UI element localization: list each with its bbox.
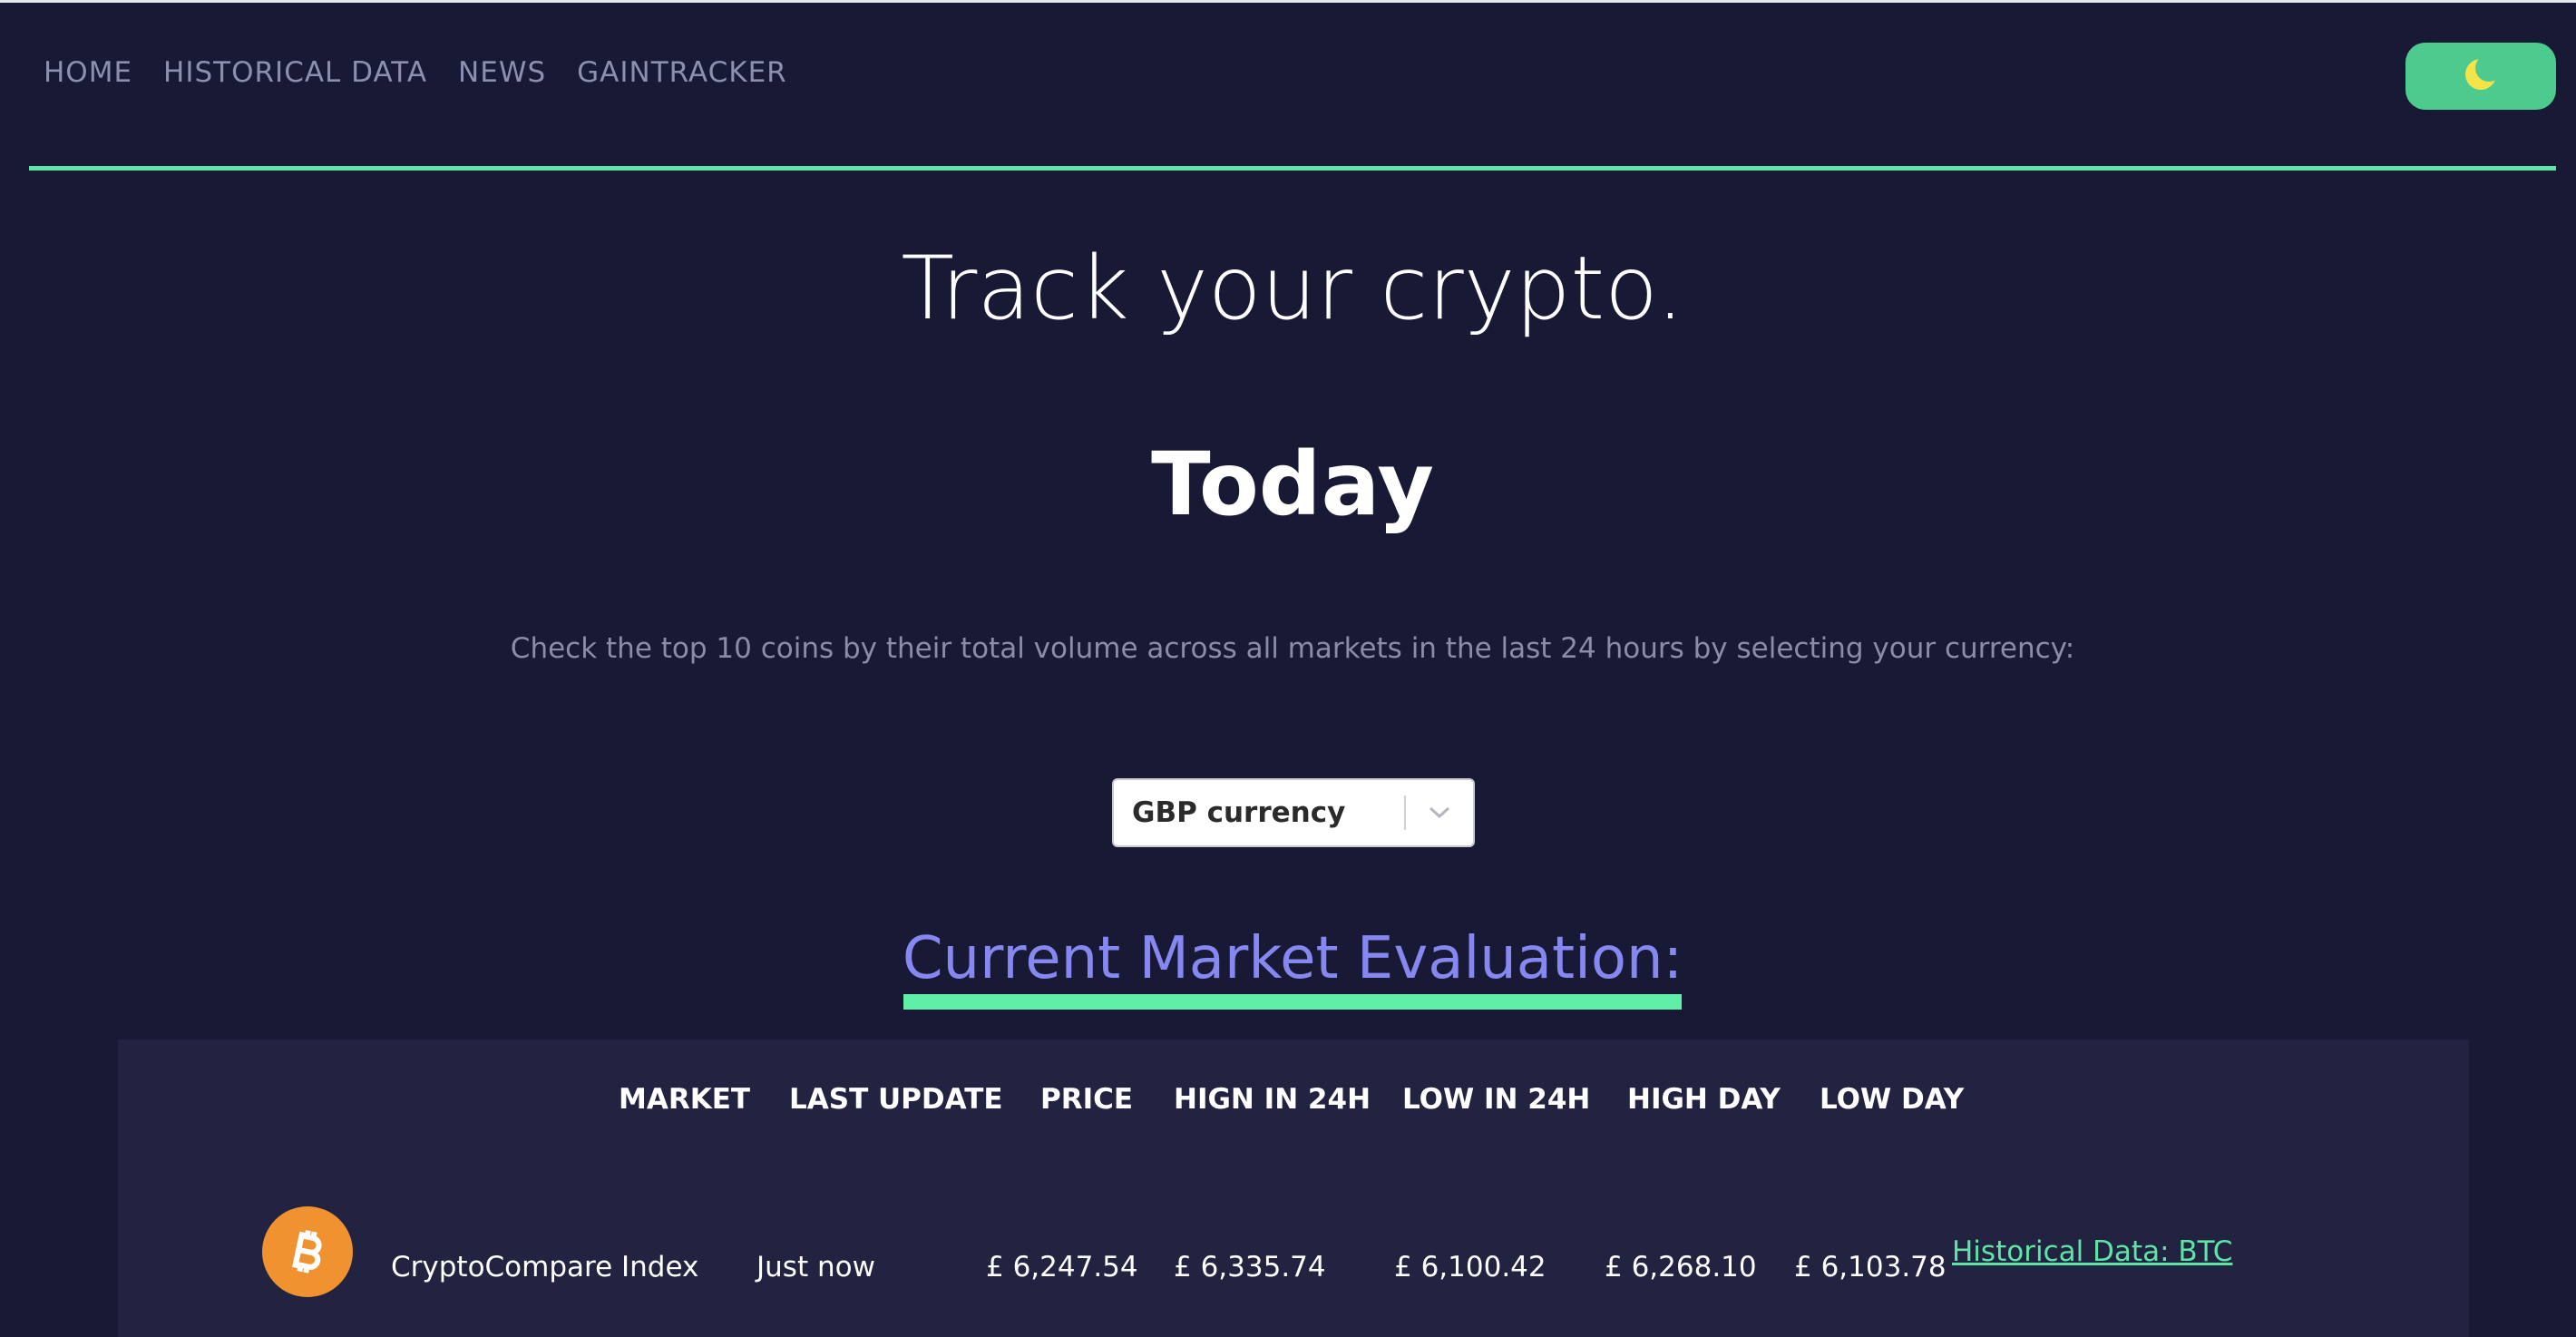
currency-select[interactable]: GBP currency: [1112, 778, 1475, 847]
window-top-border: [0, 0, 2576, 3]
row-high-day: £ 6,268.10: [1605, 1251, 1757, 1283]
hero-description: Check the top 10 coins by their total vo…: [510, 632, 2075, 665]
nav-historical-data[interactable]: HISTORICAL DATA: [163, 56, 427, 89]
main-nav: HOME HISTORICAL DATA NEWS GAINTRACKER: [44, 56, 787, 89]
nav-home[interactable]: HOME: [44, 56, 132, 89]
column-header-low-24h: LOW IN 24H: [1402, 1083, 1591, 1116]
row-low-24h: £ 6,100.42: [1394, 1251, 1547, 1283]
row-market: CryptoCompare Index: [391, 1251, 699, 1283]
row-low-day: £ 6,103.78: [1794, 1251, 1947, 1283]
column-header-high-day: HIGH DAY: [1627, 1083, 1781, 1116]
hero-subtitle: Today: [1151, 434, 1434, 535]
column-header-high-24h: HIGN IN 24H: [1174, 1083, 1371, 1116]
moon-icon: [2463, 54, 2503, 97]
market-heading: Current Market Evaluation:: [902, 925, 1683, 992]
column-header-low-day: LOW DAY: [1820, 1083, 1965, 1116]
market-heading-underline: [903, 994, 1682, 1010]
column-header-price: PRICE: [1040, 1083, 1134, 1116]
hero-title: Track your crypto.: [901, 238, 1684, 339]
row-high-24h: £ 6,335.74: [1174, 1251, 1326, 1283]
nav-gaintracker[interactable]: GAINTRACKER: [577, 56, 787, 89]
theme-toggle-button[interactable]: [2405, 43, 2556, 110]
nav-divider: [29, 166, 2556, 171]
bitcoin-icon: [262, 1206, 353, 1297]
column-header-last-update: LAST UPDATE: [789, 1083, 1003, 1116]
row-price: £ 6,247.54: [986, 1251, 1138, 1283]
chevron-down-icon[interactable]: [1406, 805, 1473, 820]
historical-data-link[interactable]: Historical Data: BTC: [1952, 1235, 2232, 1268]
currency-select-value: GBP currency: [1132, 796, 1346, 829]
column-header-market: MARKET: [619, 1083, 751, 1116]
row-last-update: Just now: [756, 1251, 875, 1283]
nav-news[interactable]: NEWS: [458, 56, 546, 89]
